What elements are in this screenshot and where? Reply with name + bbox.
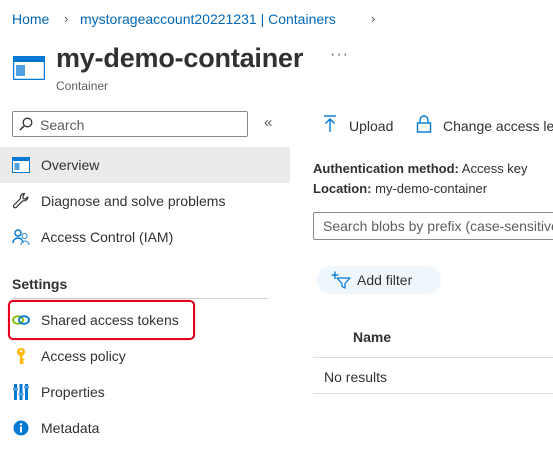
info-icon <box>12 419 30 437</box>
empty-state-text: No results <box>324 369 388 385</box>
sidebar-item-label: Properties <box>41 384 105 400</box>
sidebar-item-label: Overview <box>41 157 100 173</box>
container-icon <box>12 55 46 85</box>
sidebar-search-placeholder: Search <box>40 117 85 133</box>
auth-method: Authentication method: Access key <box>313 161 528 177</box>
divider <box>12 298 268 299</box>
column-header-name[interactable]: Name <box>353 328 391 346</box>
page-title: my-demo-container <box>56 43 304 73</box>
blob-search-placeholder: Search blobs by prefix (case-sensitive) <box>323 218 553 234</box>
add-filter-label: Add filter <box>357 272 413 288</box>
sidebar-item-metadata[interactable]: Metadata <box>0 410 290 446</box>
change-access-level-button[interactable]: Change access le <box>443 117 553 135</box>
location-value: my-demo-container <box>375 181 488 196</box>
sidebar-item-label: Access policy <box>41 348 126 364</box>
overview-icon <box>12 156 30 174</box>
search-icon <box>19 117 33 136</box>
upload-icon <box>323 115 337 138</box>
divider <box>313 393 553 394</box>
lock-icon <box>416 115 432 138</box>
divider <box>313 357 553 358</box>
sidebar-item-diagnose[interactable]: Diagnose and solve problems <box>0 183 290 219</box>
sidebar-item-properties[interactable]: Properties <box>0 374 290 410</box>
sidebar-item-overview[interactable]: Overview <box>0 147 290 183</box>
highlight-box <box>8 300 195 340</box>
location-label: Location: <box>313 181 372 196</box>
add-filter-icon <box>331 271 351 294</box>
breadcrumb-storage-account-link[interactable]: mystorageaccount20221231 | Containers <box>80 10 336 28</box>
breadcrumb-separator: › <box>371 11 376 26</box>
key-icon <box>12 347 30 365</box>
auth-method-value: Access key <box>461 161 528 176</box>
sidebar-item-label: Metadata <box>41 420 100 436</box>
location: Location: my-demo-container <box>313 181 487 197</box>
sidebar-item-label: Diagnose and solve problems <box>41 193 226 209</box>
breadcrumb-home-link[interactable]: Home <box>12 10 49 28</box>
collapse-sidebar-button[interactable]: « <box>264 115 272 131</box>
page-subtitle: Container <box>56 79 109 93</box>
breadcrumb-separator: › <box>64 11 69 26</box>
people-icon <box>12 228 30 246</box>
auth-method-label: Authentication method: <box>313 161 459 176</box>
properties-icon <box>12 383 30 401</box>
sidebar-item-access-policy[interactable]: Access policy <box>0 338 290 374</box>
more-options-button[interactable]: ··· <box>330 46 349 64</box>
sidebar-item-access-control[interactable]: Access Control (IAM) <box>0 219 290 255</box>
upload-button[interactable]: Upload <box>349 117 393 135</box>
wrench-icon <box>12 192 30 210</box>
settings-heading: Settings <box>12 276 68 292</box>
sidebar-item-label: Access Control (IAM) <box>41 229 174 245</box>
